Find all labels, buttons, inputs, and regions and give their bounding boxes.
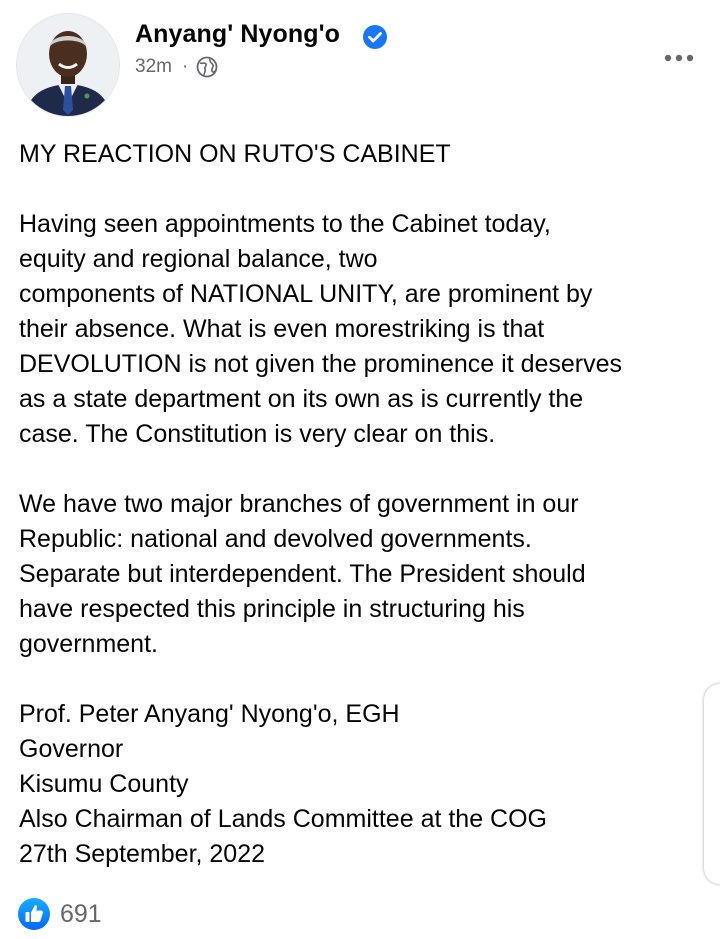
like-count[interactable]: 691 (60, 900, 102, 929)
post-meta: 32m · (135, 56, 218, 78)
signature-line: Also Chairman of Lands Committee at the … (19, 805, 548, 833)
signature-line: Kisumu County (19, 770, 189, 798)
like-icon (18, 898, 50, 930)
author-avatar[interactable] (17, 14, 119, 116)
paragraph-1: Having seen appointments to the Cabinet … (19, 207, 709, 452)
text-line: have respected this principle in structu… (19, 595, 525, 623)
author-name[interactable]: Anyang' Nyong'o (135, 20, 340, 49)
text-line: We have two major branches of government… (19, 490, 579, 518)
post-title-paragraph: MY REACTION ON RUTO'S CABINET (19, 137, 709, 172)
text-line: as a state department on its own as is c… (19, 385, 584, 413)
author-photo (17, 14, 119, 116)
signature-block: Prof. Peter Anyang' Nyong'o, EGH Governo… (19, 697, 709, 872)
text-line: components of NATIONAL UNITY, are promin… (19, 280, 593, 308)
post-header: Anyang' Nyong'o 32m · (0, 0, 720, 125)
signature-line: 27th September, 2022 (19, 840, 266, 868)
text-line: their absence. What is even morestriking… (19, 315, 545, 343)
text-line: Republic: national and devolved governme… (19, 525, 532, 553)
post-body: MY REACTION ON RUTO'S CABINET Having see… (19, 137, 709, 872)
text-line: case. The Constitution is very clear on … (19, 420, 496, 448)
text-line: Having seen appointments to the Cabinet … (19, 210, 551, 238)
more-options-icon[interactable] (662, 50, 696, 66)
paragraph-2: We have two major branches of government… (19, 487, 709, 662)
signature-line: Governor (19, 735, 124, 763)
signature-line: Prof. Peter Anyang' Nyong'o, EGH (19, 700, 400, 728)
text-line: DEVOLUTION is not given the prominence i… (19, 350, 623, 378)
text-line: equity and regional balance, two (19, 245, 378, 273)
post-title: MY REACTION ON RUTO'S CABINET (19, 140, 451, 168)
post-timestamp[interactable]: 32m (135, 56, 172, 78)
text-line: government. (19, 630, 158, 658)
verified-badge-icon (363, 25, 387, 49)
side-card-edge (704, 684, 720, 884)
reactions-bar[interactable]: 691 (17, 897, 102, 931)
globe-icon (196, 56, 218, 78)
meta-separator: · (181, 56, 189, 77)
text-line: Separate but interdependent. The Preside… (19, 560, 586, 588)
